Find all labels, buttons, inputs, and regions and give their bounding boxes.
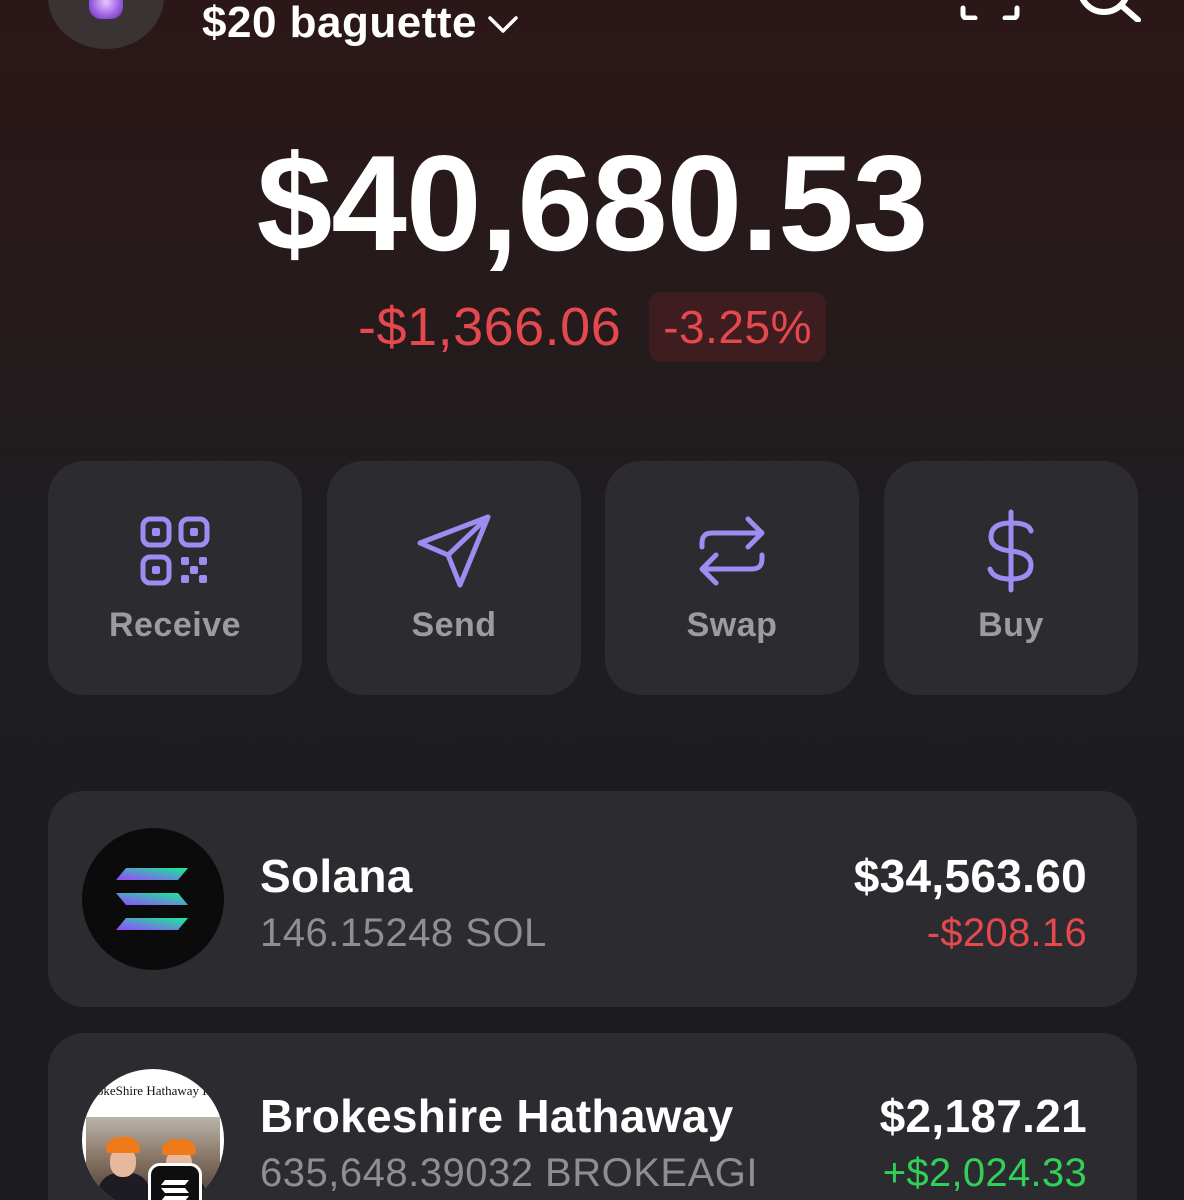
- token-row-brokeshire-hathaway[interactable]: BrokeShire Hathaway Inc. Brokeshire Hath…: [48, 1033, 1137, 1200]
- send-icon: [417, 514, 491, 588]
- token-change: +$2,024.33: [882, 1151, 1087, 1195]
- account-switcher[interactable]: $20 baguette: [202, 0, 519, 48]
- account-avatar[interactable]: [48, 0, 164, 49]
- total-balance: $40,680.53: [256, 127, 929, 279]
- chevron-down-icon: [488, 16, 518, 33]
- qr-code-icon: [140, 516, 210, 586]
- token-change: -$208.16: [926, 911, 1087, 955]
- token-quantity: 635,648.39032 BROKEAGI: [260, 1151, 758, 1195]
- change-percent-badge: -3.25%: [649, 292, 826, 362]
- token-name: Brokeshire Hathaway: [260, 1090, 734, 1142]
- token-quantity: 146.15248 SOL: [260, 911, 547, 955]
- buy-button[interactable]: Buy: [884, 461, 1138, 695]
- swap-label: Swap: [686, 606, 778, 644]
- receive-label: Receive: [108, 606, 242, 644]
- scan-icon[interactable]: [958, 0, 1022, 20]
- account-name: $20 baguette: [202, 0, 477, 47]
- token-row-solana[interactable]: Solana 146.15248 SOL $34,563.60 -$208.16: [48, 791, 1137, 1007]
- receive-button[interactable]: Receive: [48, 461, 302, 695]
- send-button[interactable]: Send: [327, 461, 581, 695]
- action-buttons: Receive Send Swap Buy: [48, 461, 1138, 695]
- token-name: Solana: [260, 850, 413, 902]
- buy-label: Buy: [978, 606, 1044, 644]
- token-value: $34,563.60: [853, 850, 1087, 902]
- send-label: Send: [411, 606, 497, 644]
- crystal-ball-icon: [89, 0, 123, 19]
- solana-icon: [82, 828, 224, 970]
- change-amount: -$1,366.06: [358, 297, 622, 357]
- brokeshire-logo-text: BrokeShire Hathaway Inc.: [83, 1083, 223, 1098]
- token-value: $2,187.21: [879, 1090, 1087, 1142]
- swap-button[interactable]: Swap: [605, 461, 859, 695]
- header: $20 baguette: [0, 0, 1184, 60]
- dollar-icon: [987, 509, 1034, 593]
- balance-change: -$1,366.06 -3.25%: [0, 292, 1184, 362]
- search-icon[interactable]: [1074, 0, 1144, 22]
- solana-chain-badge-icon: [148, 1163, 202, 1200]
- swap-icon: [699, 516, 765, 586]
